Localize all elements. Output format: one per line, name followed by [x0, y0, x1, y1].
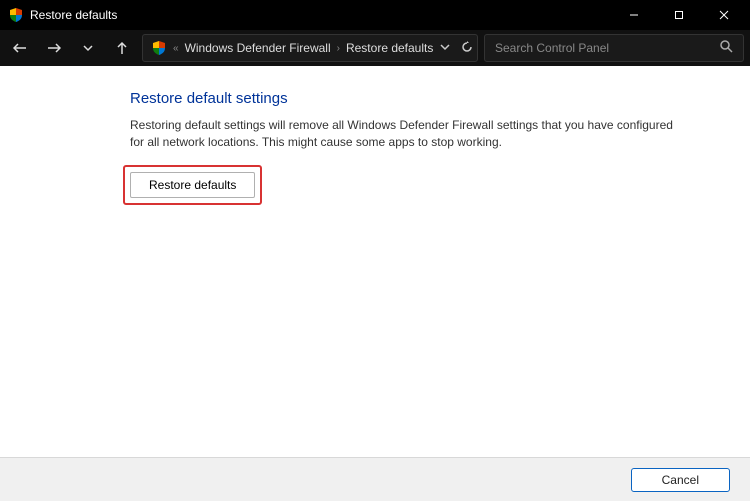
- page-description: Restoring default settings will remove a…: [130, 117, 690, 152]
- chevron-down-icon[interactable]: [439, 41, 451, 56]
- title-bar: Restore defaults: [0, 0, 750, 30]
- search-icon[interactable]: [720, 40, 733, 56]
- cancel-button[interactable]: Cancel: [631, 468, 730, 492]
- forward-button[interactable]: [40, 34, 68, 62]
- recent-locations-button[interactable]: [74, 34, 102, 62]
- minimize-button[interactable]: [611, 0, 656, 30]
- up-button[interactable]: [108, 34, 136, 62]
- window-title: Restore defaults: [30, 8, 117, 22]
- breadcrumb-current[interactable]: Restore defaults: [346, 41, 433, 55]
- content-area: Restore default settings Restoring defau…: [0, 66, 750, 457]
- back-button[interactable]: [6, 34, 34, 62]
- shield-icon: [151, 40, 167, 56]
- breadcrumb-root[interactable]: «: [173, 43, 179, 54]
- refresh-icon[interactable]: [461, 41, 473, 56]
- address-bar[interactable]: « Windows Defender Firewall › Restore de…: [142, 34, 478, 62]
- close-button[interactable]: [701, 0, 746, 30]
- nav-bar: « Windows Defender Firewall › Restore de…: [0, 30, 750, 66]
- window-controls: [611, 0, 746, 30]
- search-input[interactable]: [495, 41, 720, 55]
- search-box[interactable]: [484, 34, 744, 62]
- restore-defaults-button[interactable]: Restore defaults: [130, 172, 255, 198]
- shield-icon: [8, 7, 24, 23]
- page-title: Restore default settings: [130, 90, 726, 107]
- breadcrumb-parent[interactable]: Windows Defender Firewall: [185, 41, 331, 55]
- footer-bar: Cancel: [0, 457, 750, 501]
- breadcrumb-separator: ›: [337, 43, 340, 54]
- maximize-button[interactable]: [656, 0, 701, 30]
